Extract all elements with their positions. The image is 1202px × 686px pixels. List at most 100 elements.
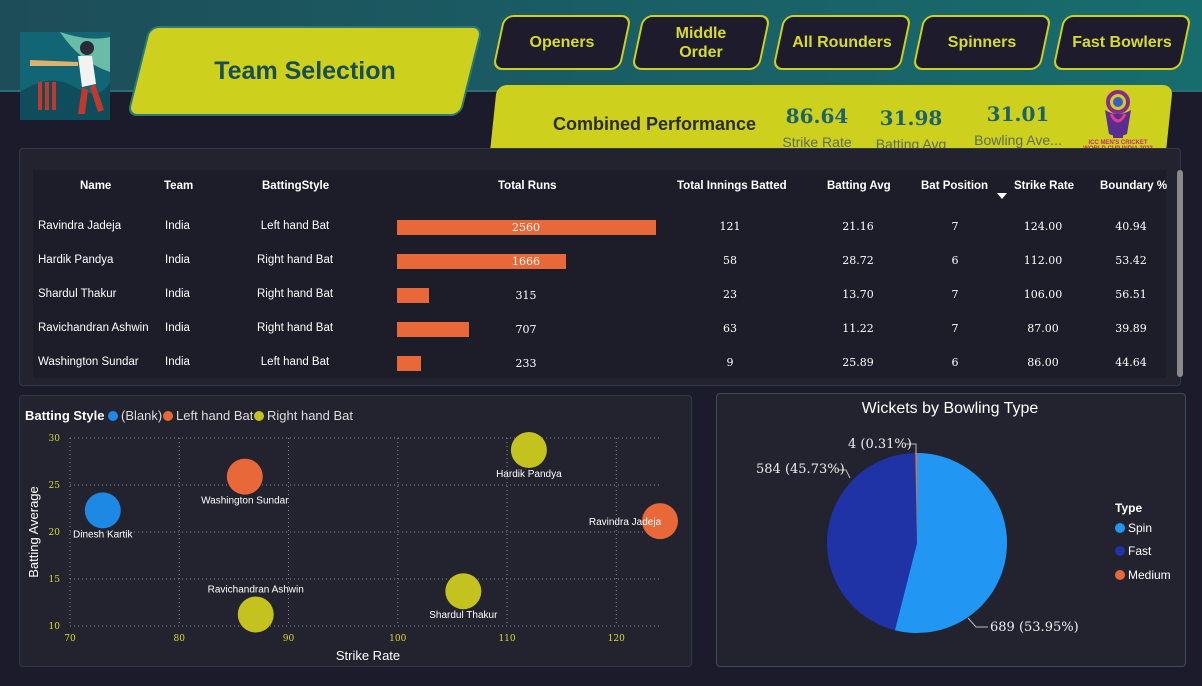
- cell-boundary: 56.51: [1115, 288, 1147, 301]
- legend-label: Fast: [1128, 544, 1152, 558]
- nav-button-label: Middle Order: [675, 24, 727, 61]
- pie-label-spin: 689 (53.95%): [990, 620, 1079, 635]
- sort-descending-icon[interactable]: [997, 193, 1007, 199]
- nav-button-spinners[interactable]: Spinners: [912, 15, 1052, 70]
- kpi-value: 31.98: [879, 106, 943, 130]
- kpi-batting-avg: 31.98 Batting Avg: [869, 106, 953, 152]
- nav-button-label: Openers: [529, 34, 595, 51]
- page-title: Team Selection: [214, 56, 396, 85]
- performance-title: Combined Performance: [553, 114, 757, 134]
- pie-title: Wickets by Bowling Type: [861, 400, 1039, 417]
- cell-bat-position: 6: [951, 356, 959, 369]
- cell-batting-style: Left hand Bat: [260, 220, 330, 232]
- nav-button-openers[interactable]: Openers: [492, 15, 632, 70]
- legend-dot-icon: [1115, 546, 1125, 556]
- player-table: [33, 170, 1166, 378]
- cell-boundary: 53.42: [1115, 254, 1147, 267]
- pie-legend-title: Type: [1115, 501, 1143, 515]
- runs-bar: [397, 322, 469, 337]
- cell-batting-style: Right hand Bat: [256, 322, 334, 334]
- cell-strike-rate: 124.00: [1023, 220, 1063, 233]
- cricket-batsman-logo: [20, 32, 110, 120]
- cell-team: India: [165, 288, 190, 300]
- cricket-logo-icon: [20, 32, 110, 120]
- pie-label-medium: 4 (0.31%): [848, 437, 912, 452]
- column-header-total-innings[interactable]: Total Innings Batted: [677, 180, 787, 192]
- cell-strike-rate: 106.00: [1023, 288, 1063, 301]
- table-scrollbar[interactable]: [1177, 170, 1183, 377]
- scatter-legend-title: Batting Style: [25, 408, 105, 423]
- cell-batting-avg: 28.72: [842, 254, 874, 267]
- pie-label-fast: 584 (45.73%): [756, 462, 845, 477]
- nav-button-label: All Rounders: [792, 34, 892, 51]
- cell-innings: 9: [726, 356, 734, 369]
- cell-name: Hardik Pandya: [38, 254, 114, 266]
- kpi-value: 86.64: [785, 104, 849, 128]
- runs-label: 707: [515, 323, 537, 336]
- kpi-strike-rate: 86.64 Strike Rate: [778, 104, 856, 150]
- cell-batting-avg: 11.22: [842, 322, 874, 335]
- nav-button-label: Fast Bowlers: [1072, 34, 1172, 51]
- scatter-panel: [19, 395, 692, 667]
- runs-label: 2560: [512, 221, 540, 234]
- pie-legend-fast[interactable]: Fast: [1115, 544, 1151, 558]
- cell-team: India: [165, 322, 190, 334]
- pie-legend-medium[interactable]: Medium: [1115, 568, 1171, 582]
- cell-batting-style: Right hand Bat: [256, 254, 334, 266]
- column-header-name[interactable]: Name: [80, 180, 111, 192]
- column-header-batting-avg[interactable]: Batting Avg: [827, 180, 891, 192]
- cell-batting-avg: 25.89: [842, 356, 874, 369]
- legend-item-blank[interactable]: (Blank): [108, 408, 162, 423]
- cell-batting-avg: 13.70: [842, 288, 874, 301]
- column-header-batting-style[interactable]: BattingStyle: [262, 180, 329, 192]
- legend-dot-icon: [108, 410, 118, 421]
- legend-dot-icon: [1115, 570, 1125, 580]
- column-header-boundary[interactable]: Boundary %: [1100, 180, 1167, 192]
- cell-name: Ravichandran Ashwin: [38, 322, 149, 334]
- cell-batting-style: Left hand Bat: [260, 356, 330, 368]
- cell-boundary: 40.94: [1115, 220, 1147, 233]
- cell-batting-avg: 21.16: [842, 220, 874, 233]
- legend-dot-icon: [163, 410, 173, 421]
- cell-strike-rate: 87.00: [1027, 322, 1059, 335]
- legend-item-left-hand[interactable]: Left hand Bat: [163, 408, 253, 423]
- cell-name: Ravindra Jadeja: [38, 220, 122, 232]
- kpi-value: 31.01: [986, 102, 1050, 126]
- column-header-team[interactable]: Team: [164, 180, 193, 192]
- cell-name: Washington Sundar: [38, 356, 139, 368]
- legend-label: Spin: [1128, 521, 1153, 535]
- column-header-bat-position[interactable]: Bat Position: [921, 180, 988, 192]
- nav-button-label: Spinners: [947, 34, 1017, 51]
- nav-button-middle-order[interactable]: Middle Order: [631, 15, 771, 70]
- cell-bat-position: 6: [951, 254, 959, 267]
- cell-boundary: 39.89: [1115, 322, 1147, 335]
- cell-name: Shardul Thakur: [38, 288, 117, 300]
- cell-innings: 58: [723, 254, 737, 267]
- legend-item-right-hand[interactable]: Right hand Bat: [254, 408, 353, 423]
- cell-innings: 63: [723, 322, 737, 335]
- legend-label: Left hand Bat: [176, 408, 254, 423]
- nav-button-all-rounders[interactable]: All Rounders: [772, 15, 912, 70]
- bottom-strip: [0, 680, 1202, 686]
- cell-boundary: 44.64: [1115, 356, 1147, 369]
- legend-dot-icon: [1115, 523, 1125, 533]
- cell-bat-position: 7: [951, 220, 959, 233]
- cell-strike-rate: 112.00: [1023, 254, 1063, 267]
- cell-strike-rate: 86.00: [1027, 356, 1059, 369]
- runs-label: 1666: [512, 255, 540, 268]
- cell-team: India: [165, 356, 190, 368]
- cell-batting-style: Right hand Bat: [256, 288, 334, 300]
- nav-button-fast-bowlers[interactable]: Fast Bowlers: [1052, 15, 1192, 70]
- legend-label: (Blank): [121, 408, 163, 423]
- pie-legend-spin[interactable]: Spin: [1115, 521, 1152, 535]
- runs-bar: [397, 288, 429, 303]
- cell-innings: 23: [723, 288, 737, 301]
- legend-dot-icon: [254, 410, 264, 421]
- legend-label: Medium: [1128, 568, 1171, 582]
- column-header-total-runs[interactable]: Total Runs: [498, 180, 557, 192]
- runs-bar: [397, 356, 421, 371]
- legend-label: Right hand Bat: [267, 408, 354, 423]
- runs-label: 233: [515, 357, 537, 370]
- column-header-strike-rate[interactable]: Strike Rate: [1014, 180, 1074, 192]
- kpi-bowling-avg: 31.01 Bowling Ave...: [968, 102, 1068, 148]
